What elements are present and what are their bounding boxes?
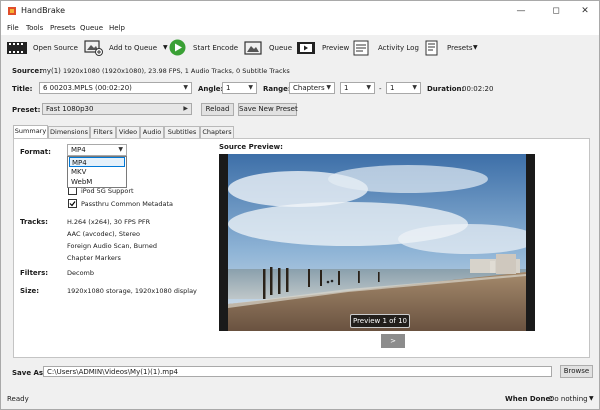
preview-icon[interactable] — [297, 40, 315, 56]
source-preview-frame — [219, 154, 535, 331]
ipod-support-label: iPod 5G Support — [81, 187, 134, 195]
when-done-select[interactable]: Do nothing — [549, 395, 588, 403]
preview-button[interactable]: Preview — [322, 44, 349, 52]
tab-video[interactable]: Video — [116, 126, 140, 138]
preview-counter-badge: Preview 1 of 10 — [350, 314, 410, 328]
toolbar: Open Source Add to Queue ▼ Start Encode … — [1, 35, 599, 61]
menu-bar: File Tools Presets Queue Help — [1, 21, 599, 35]
queue-button[interactable]: Queue — [269, 44, 292, 52]
passthru-metadata-checkbox[interactable] — [68, 199, 77, 208]
status-bar: Ready When Done: Do nothing ▼ — [1, 390, 599, 409]
minimize-icon[interactable]: — — [511, 4, 531, 18]
activity-log-button[interactable]: Activity Log — [378, 44, 419, 52]
menu-help[interactable]: Help — [109, 24, 125, 32]
chevron-down-icon: ▼ — [326, 84, 331, 91]
maximize-icon[interactable]: ◻ — [546, 4, 566, 18]
source-info: 1920x1080 (1920x1080), 23.98 FPS, 1 Audi… — [63, 67, 290, 75]
chevron-down-icon[interactable]: ▼ — [589, 395, 594, 402]
save-new-preset-button[interactable]: Save New Preset — [238, 103, 298, 116]
format-option-mp4[interactable]: MP4 — [69, 157, 125, 167]
chevron-down-icon: ▼ — [412, 84, 417, 91]
track-item: H.264 (x264), 30 FPS PFR — [67, 218, 151, 226]
presets-button[interactable]: Presets — [447, 44, 472, 52]
menu-queue[interactable]: Queue — [80, 24, 103, 32]
add-to-queue-button[interactable]: Add to Queue — [109, 44, 157, 52]
chevron-down-icon: ▼ — [366, 84, 371, 91]
title-select[interactable]: 6 00203.MPLS (00:02:20) ▼ — [39, 82, 192, 94]
track-item: Foreign Audio Scan, Burned — [67, 242, 157, 250]
activity-log-icon[interactable] — [353, 40, 371, 56]
track-item: Chapter Markers — [67, 254, 121, 262]
angle-label: Angle: — [198, 85, 224, 93]
format-option-mkv[interactable]: MKV — [69, 167, 125, 177]
window-title: HandBrake — [21, 6, 66, 15]
play-icon[interactable] — [169, 39, 186, 56]
size-label: Size: — [20, 287, 40, 295]
range-end-select[interactable]: 1 ▼ — [386, 82, 421, 94]
tracks-label: Tracks: — [20, 218, 48, 226]
duration-label: Duration: — [427, 85, 465, 93]
add-to-queue-icon[interactable] — [84, 40, 104, 56]
format-dropdown-list: MP4 MKV WebM — [67, 156, 127, 188]
title-label: Title: — [12, 85, 33, 93]
duration-value: 00:02:20 — [462, 85, 494, 93]
tab-summary[interactable]: Summary — [13, 125, 48, 138]
filters-value: Decomb — [67, 269, 95, 277]
chevron-down-icon: ▼ — [118, 146, 123, 153]
source-label: Source: — [12, 67, 42, 75]
tab-audio[interactable]: Audio — [140, 126, 164, 138]
chevron-down-icon: ▼ — [183, 84, 188, 91]
when-done-label: When Done: — [505, 395, 554, 403]
title-bar: HandBrake — ◻ ✕ — [1, 1, 599, 21]
tab-subtitles[interactable]: Subtitles — [164, 126, 200, 138]
preset-selector[interactable]: Fast 1080p30 ▶ — [42, 103, 192, 115]
presets-dropdown-icon[interactable]: ▼ — [473, 44, 478, 51]
add-to-queue-dropdown-icon[interactable]: ▼ — [163, 44, 168, 51]
source-preview-label: Source Preview: — [219, 143, 283, 151]
presets-icon[interactable] — [424, 40, 440, 56]
passthru-metadata-label: Passthru Common Metadata — [81, 200, 174, 208]
format-label: Format: — [20, 148, 51, 156]
source-name: my(1) — [40, 67, 61, 75]
close-icon[interactable]: ✕ — [575, 4, 595, 18]
range-type-select[interactable]: Chapters ▼ — [289, 82, 335, 94]
tab-filters[interactable]: Filters — [90, 126, 116, 138]
next-preview-button[interactable]: > — [381, 334, 405, 348]
angle-select[interactable]: 1 ▼ — [222, 82, 257, 94]
menu-tools[interactable]: Tools — [26, 24, 43, 32]
range-separator: - — [379, 85, 382, 93]
browse-button[interactable]: Browse — [560, 365, 593, 378]
size-value: 1920x1080 storage, 1920x1080 display — [67, 287, 197, 295]
format-select[interactable]: MP4 ▼ — [67, 144, 127, 156]
track-item: AAC (avcodec), Stereo — [67, 230, 141, 238]
film-strip-icon[interactable] — [7, 40, 27, 56]
checkmark-icon — [69, 201, 76, 207]
reload-button[interactable]: Reload — [201, 103, 234, 116]
save-as-path-input[interactable]: C:\Users\ADMIN\Videos\My(1)(1).mp4 — [43, 366, 552, 377]
save-as-label: Save As: — [12, 369, 46, 377]
format-option-webm[interactable]: WebM — [69, 177, 125, 187]
preset-label: Preset: — [12, 106, 41, 114]
open-source-button[interactable]: Open Source — [33, 44, 78, 52]
range-start-select[interactable]: 1 ▼ — [340, 82, 375, 94]
beach-preview-image — [228, 154, 526, 331]
app-window: HandBrake — ◻ ✕ File Tools Presets Queue… — [0, 0, 600, 410]
start-encode-button[interactable]: Start Encode — [193, 44, 238, 52]
tab-chapters[interactable]: Chapters — [200, 126, 234, 138]
filters-label: Filters: — [20, 269, 49, 277]
menu-file[interactable]: File — [7, 24, 19, 32]
queue-icon[interactable] — [244, 40, 264, 56]
chevron-right-icon: ▶ — [183, 105, 188, 112]
status-text: Ready — [7, 395, 29, 403]
handbrake-logo-icon — [8, 7, 16, 15]
tab-dimensions[interactable]: Dimensions — [48, 126, 90, 138]
menu-presets[interactable]: Presets — [50, 24, 75, 32]
chevron-down-icon: ▼ — [248, 84, 253, 91]
range-label: Range: — [263, 85, 291, 93]
